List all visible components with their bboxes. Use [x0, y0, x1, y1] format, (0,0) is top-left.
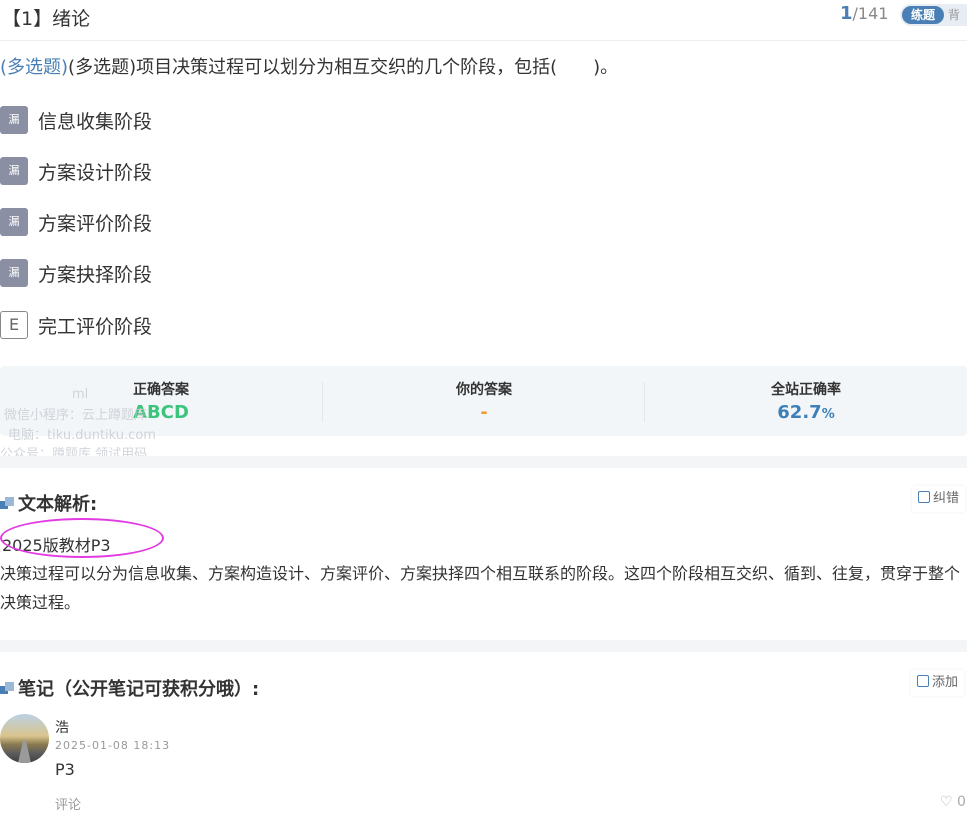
missed-badge: 漏 — [0, 106, 28, 134]
mode-recite[interactable]: 背 — [948, 6, 960, 24]
section-separator — [0, 640, 967, 652]
site-accuracy-label: 全站正确率 — [771, 382, 841, 398]
chapter-title: 【1】绪论 — [2, 8, 91, 30]
section-icon — [0, 497, 14, 511]
watermark-line: ml — [72, 387, 89, 402]
heart-icon: ♡ — [940, 794, 953, 810]
your-answer-value: - — [480, 402, 488, 423]
missed-badge: 漏 — [0, 259, 28, 287]
mode-practice[interactable]: 练题 — [902, 6, 944, 24]
notes-title: 笔记（公开笔记可获积分哦）: — [0, 675, 259, 701]
missed-badge: 漏 — [0, 208, 28, 236]
edit-icon — [918, 491, 930, 503]
your-answer-stat: 你的答案 - — [323, 366, 645, 436]
your-answer-label: 你的答案 — [456, 382, 512, 398]
question-type-tag: (多选题) — [0, 57, 69, 78]
accuracy-unit: % — [821, 407, 835, 422]
analysis-title: 文本解析: — [0, 490, 97, 516]
site-accuracy-stat: 全站正确率 62.7% — [645, 366, 967, 436]
section-icon — [0, 682, 14, 696]
question-text: (多选题)项目决策过程可以划分为相互交织的几个阶段，包括( )。 — [68, 57, 619, 78]
watermark-line: 电脑：tiku.duntiku.com — [8, 428, 156, 443]
option-b[interactable]: 漏 方案设计阶段 — [0, 156, 400, 186]
option-text: 方案设计阶段 — [38, 162, 153, 184]
watermark-line: 微信小程序：云上蹲题库 — [4, 408, 148, 423]
note-content: P3 — [55, 760, 75, 779]
option-text: 方案评价阶段 — [38, 213, 153, 235]
like-count: 0 — [957, 794, 966, 810]
avatar[interactable] — [0, 714, 49, 763]
correct-answer-label: 正确答案 — [133, 382, 189, 398]
analysis-body: 决策过程可以分为信息收集、方案构造设计、方案评价、方案抉择四个相互联系的阶段。这… — [0, 564, 961, 612]
mode-toggle[interactable]: 练题 背 — [900, 4, 967, 26]
option-letter-badge: E — [0, 311, 28, 339]
comment-link[interactable]: 评论 — [55, 794, 81, 813]
note-timestamp: 2025-01-08 18:13 — [55, 739, 171, 752]
option-e[interactable]: E 完工评价阶段 — [0, 310, 400, 340]
option-c[interactable]: 漏 方案评价阶段 — [0, 207, 400, 237]
report-error-button[interactable]: 纠错 — [912, 486, 966, 512]
total-count: /141 — [852, 4, 889, 23]
option-text: 信息收集阶段 — [38, 111, 153, 133]
section-separator — [0, 456, 967, 468]
option-text: 完工评价阶段 — [38, 316, 153, 338]
add-note-button[interactable]: 添加 — [911, 670, 965, 696]
missed-badge: 漏 — [0, 157, 28, 185]
like-button[interactable]: ♡ 0 — [940, 794, 966, 810]
option-a[interactable]: 漏 信息收集阶段 — [0, 105, 400, 135]
option-d[interactable]: 漏 方案抉择阶段 — [0, 258, 400, 288]
note-username[interactable]: 浩 — [55, 717, 69, 737]
question-stem: (多选题)(多选题)项目决策过程可以划分为相互交织的几个阶段，包括( )。 — [0, 53, 618, 79]
page-header: 【1】绪论 1/141 练题 背 — [0, 0, 967, 41]
option-text: 方案抉择阶段 — [38, 264, 153, 286]
site-accuracy-value: 62.7% — [645, 402, 967, 423]
annotation-circle — [0, 518, 164, 558]
current-index: 1 — [840, 3, 853, 24]
note-icon — [917, 675, 929, 687]
accuracy-number: 62.7 — [777, 402, 822, 423]
question-pager: 1/141 — [840, 3, 888, 24]
